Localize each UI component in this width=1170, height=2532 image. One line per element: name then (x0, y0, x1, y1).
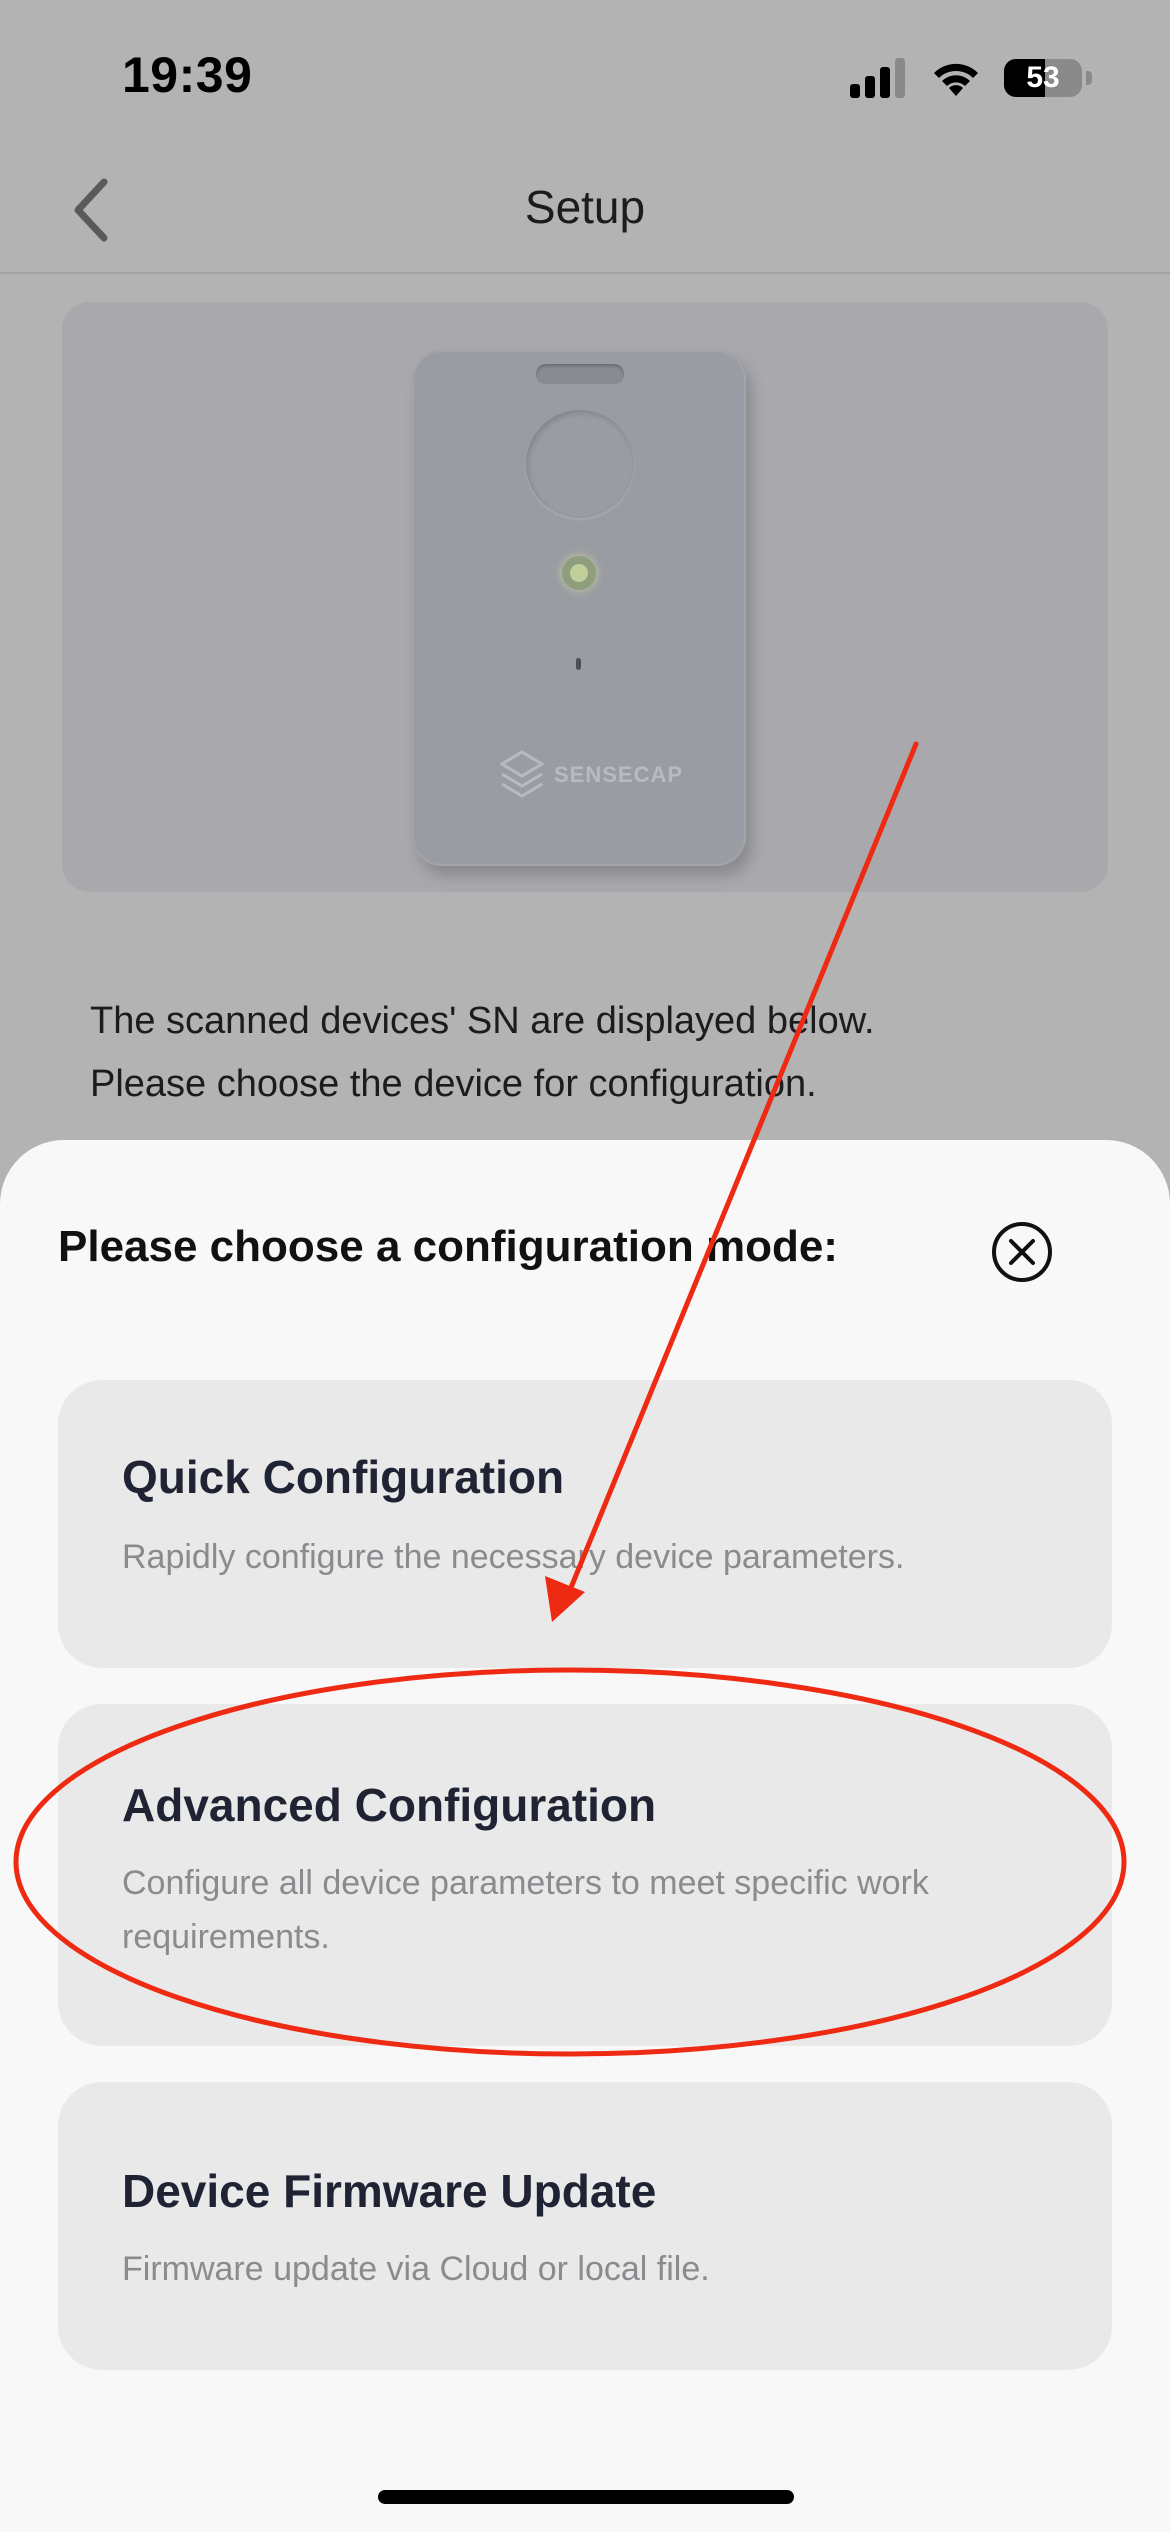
option-description: Rapidly configure the necessary device p… (122, 1538, 905, 1576)
device-image: SENSECAP (62, 302, 1108, 892)
description-line-1: The scanned devices' SN are displayed be… (90, 1000, 875, 1042)
quick-configuration-option[interactable]: Quick Configuration Rapidly configure th… (58, 1380, 1112, 1668)
cellular-signal-icon (850, 58, 905, 98)
sensecap-logo: SENSECAP (500, 750, 683, 800)
device-mic (576, 658, 581, 670)
status-time: 19:39 (122, 47, 253, 103)
battery-icon: 53 (1004, 59, 1082, 97)
home-indicator (378, 2490, 794, 2504)
close-button[interactable] (990, 1220, 1054, 1284)
device-led (562, 556, 596, 590)
option-title: Quick Configuration (122, 1451, 565, 1503)
device-list-description: The scanned devices' SN are displayed be… (90, 990, 1090, 1116)
option-title: Device Firmware Update (122, 2165, 657, 2217)
device-led-core (570, 564, 588, 582)
nav-bar: Setup (0, 150, 1170, 274)
option-description: Firmware update via Cloud or local file. (122, 2250, 710, 2288)
option-title: Advanced Configuration (122, 1779, 657, 1831)
device-button (526, 410, 634, 518)
status-bar: 19:39 53 (0, 0, 1170, 150)
sensecap-logo-text: SENSECAP (554, 762, 684, 787)
page-title: Setup (524, 181, 646, 233)
firmware-update-option[interactable]: Device Firmware Update Firmware update v… (58, 2082, 1112, 2370)
battery-cap (1086, 71, 1092, 85)
sheet-title: Please choose a configuration mode: (58, 1222, 838, 1271)
sensecap-logo-icon (500, 750, 544, 798)
device-body: SENSECAP (412, 350, 746, 866)
device-lanyard-slot (536, 364, 624, 384)
advanced-configuration-option[interactable]: Advanced Configuration Configure all dev… (58, 1704, 1112, 2046)
option-description: Configure all device parameters to meet … (122, 1864, 929, 1956)
battery-level: 53 (1026, 61, 1060, 94)
wifi-icon (934, 63, 978, 96)
configuration-mode-sheet: Please choose a configuration mode: Quic… (0, 1140, 1170, 2532)
close-circle-icon (992, 1222, 1052, 1282)
description-line-2: Please choose the device for configurati… (90, 1063, 817, 1105)
status-icons: 53 (850, 56, 1092, 100)
